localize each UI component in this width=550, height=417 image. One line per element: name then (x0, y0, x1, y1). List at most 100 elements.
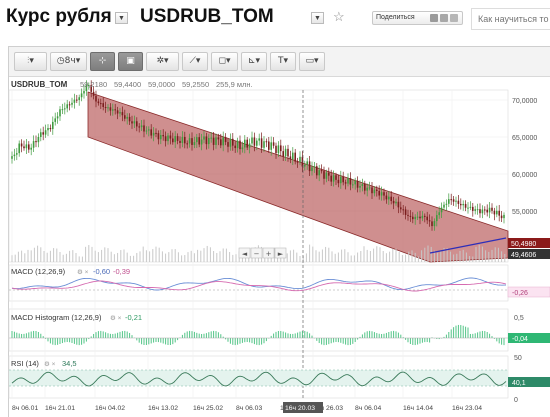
time-axis-label: 8ч 06.04 (355, 405, 381, 412)
candle-body (107, 107, 109, 109)
candle-body (340, 176, 342, 184)
candle-body (436, 215, 438, 222)
candle-body (80, 93, 83, 98)
candle-body (474, 209, 476, 211)
candle-body (83, 91, 85, 94)
candle-body (42, 132, 44, 135)
time-axis-label: 16ч 21.01 (45, 405, 75, 412)
candle-body (402, 209, 404, 211)
candle-body (239, 140, 241, 150)
candle-body (419, 216, 421, 219)
candle-body (116, 110, 119, 114)
candle-body (176, 136, 179, 141)
candle-body (167, 135, 169, 142)
macd-tag: -0,26 (512, 290, 528, 297)
rsi-tag: 40,1 (512, 380, 526, 387)
candle-body (66, 104, 68, 109)
rsi-label: RSI (14) (11, 359, 39, 368)
chart-canvas[interactable]: ◄ − + ► USDRUB_TOM 59,2180 59,4400 59,0000 59,2… (0, 0, 550, 417)
candle-body (169, 135, 172, 139)
candle-body (102, 103, 104, 108)
candle-body (491, 207, 493, 211)
candle-body (392, 200, 395, 204)
candle-body (174, 136, 176, 143)
candle-body (433, 221, 436, 227)
legend-close: 59,2550 (182, 80, 209, 89)
candle-body (220, 139, 222, 146)
candle-body (131, 121, 133, 124)
candle-body (205, 136, 208, 145)
candle-body (368, 187, 371, 189)
candle-body (232, 138, 234, 146)
candle-body (23, 146, 25, 149)
candle-body (198, 137, 200, 145)
macd-hist-value: -0,21 (125, 313, 142, 322)
time-axis-label: 16ч 13.02 (148, 405, 178, 412)
nav-glyph-3: ► (278, 250, 284, 258)
candle-body (263, 141, 265, 148)
candle-body (95, 95, 97, 102)
candle-body (335, 175, 337, 180)
candle-body (114, 109, 116, 111)
hist-axis-top: 0,5 (514, 315, 524, 322)
candle-body (349, 178, 352, 185)
candle-body (344, 182, 347, 184)
candle-body (467, 207, 469, 209)
candle-body (359, 185, 361, 188)
candle-body (404, 209, 407, 215)
candle-body (13, 154, 16, 157)
candle-body (280, 145, 282, 152)
candle-body (16, 153, 18, 155)
candle-body (148, 129, 150, 131)
candle-body (385, 195, 388, 200)
candle-body (376, 189, 378, 191)
candle-body (395, 201, 397, 204)
macd-controls-icon: ⚙ × (77, 268, 89, 276)
candle-body (76, 99, 78, 101)
candle-body (503, 214, 505, 219)
candle-body (270, 142, 272, 150)
candle-body (112, 109, 114, 111)
candle-body (488, 207, 491, 213)
time-axis-label: 8ч 06.03 (236, 405, 262, 412)
price-axis-label: 70,0000 (512, 98, 537, 105)
candle-body (421, 215, 424, 219)
candle-body (109, 107, 112, 111)
time-axis-label: 16ч 25.02 (193, 405, 223, 412)
candle-body (32, 141, 35, 148)
candle-body (409, 215, 412, 217)
hist-controls-icon: ⚙ × (110, 314, 122, 322)
candle-body (248, 143, 251, 148)
candle-body (227, 142, 229, 147)
candle-body (272, 142, 275, 146)
candle-body (457, 200, 460, 204)
price-axis-label: 55,0000 (512, 209, 537, 216)
candle-body (287, 148, 289, 157)
candle-body (222, 137, 224, 146)
candle-body (277, 145, 280, 154)
candle-body (500, 215, 503, 219)
candle-body (313, 166, 316, 168)
candle-body (229, 138, 232, 147)
nav-glyph-0: ◄ (242, 250, 248, 258)
candle-body (56, 116, 59, 119)
candle-body (460, 203, 462, 206)
candle-body (316, 166, 318, 176)
candle-body (325, 172, 328, 179)
candle-body (164, 136, 167, 142)
price-axis-label: 60,0000 (512, 172, 537, 179)
candle-body (246, 139, 248, 148)
candle-body (275, 145, 277, 154)
candle-body (150, 129, 152, 136)
candle-body (354, 180, 356, 185)
candle-body (155, 132, 157, 134)
candle-body (140, 125, 143, 128)
candle-body (299, 156, 301, 163)
candle-body (407, 214, 409, 216)
candle-body (215, 137, 217, 145)
candle-body (426, 216, 428, 221)
candle-body (431, 221, 433, 227)
candle-body (162, 135, 164, 137)
candle-body (92, 91, 95, 96)
candle-body (200, 139, 203, 145)
